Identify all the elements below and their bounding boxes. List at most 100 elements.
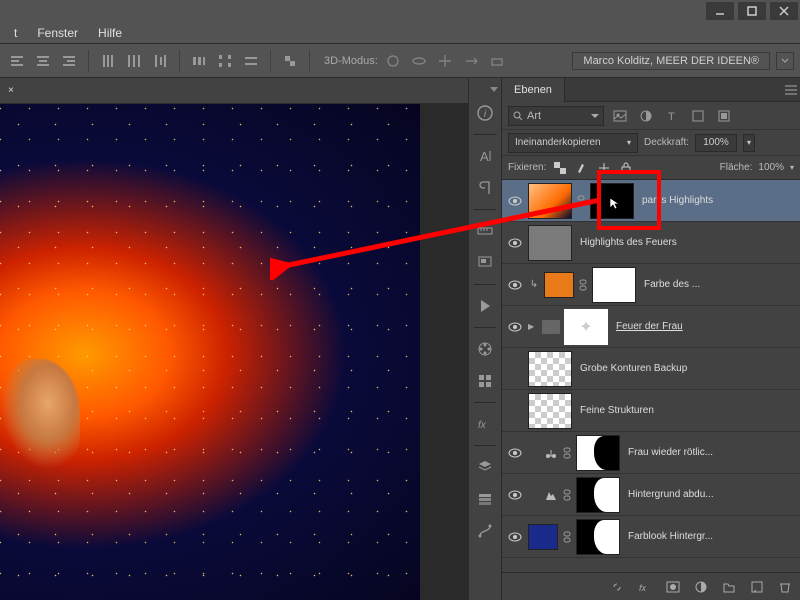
swatches-icon[interactable] <box>472 336 498 362</box>
3d-pan-icon[interactable] <box>434 50 456 72</box>
layer-mask-thumbnail[interactable] <box>576 477 620 513</box>
dist6-icon[interactable] <box>240 50 262 72</box>
canvas[interactable] <box>0 104 468 600</box>
mask-footer-icon[interactable] <box>664 578 682 596</box>
info-icon[interactable]: i <box>472 100 498 126</box>
type-icon[interactable]: A <box>472 143 498 169</box>
layer-row[interactable]: Frau wieder rötlic... <box>502 432 800 474</box>
fill-dropdown[interactable]: ▾ <box>790 162 794 173</box>
align2-icon[interactable] <box>32 50 54 72</box>
dist5-icon[interactable] <box>214 50 236 72</box>
layer-row[interactable]: Feine Strukturen <box>502 390 800 432</box>
paragraph-icon[interactable] <box>472 175 498 201</box>
3d-orbit-icon[interactable] <box>408 50 430 72</box>
visibility-toggle[interactable] <box>506 528 524 546</box>
channels-icon[interactable] <box>472 486 498 512</box>
menu-hilfe[interactable]: Hilfe <box>88 26 132 40</box>
3d-rot-icon[interactable] <box>382 50 404 72</box>
dist1-icon[interactable] <box>97 50 119 72</box>
layer-mask-thumbnail[interactable] <box>576 435 620 471</box>
opacity-value[interactable]: 100% <box>695 134 737 152</box>
panel-grab-icon[interactable] <box>472 84 498 94</box>
filter-type-icon[interactable]: T <box>662 107 682 125</box>
filter-adjust-icon[interactable] <box>636 107 656 125</box>
lock-trans-icon[interactable] <box>552 160 568 176</box>
maximize-button[interactable] <box>738 2 766 20</box>
nav-icon[interactable] <box>472 250 498 276</box>
document-tab[interactable]: × <box>8 85 14 96</box>
visibility-toggle[interactable] <box>506 276 524 294</box>
layer-row[interactable]: Highlights des Feuers <box>502 222 800 264</box>
visibility-toggle[interactable] <box>506 402 524 420</box>
visibility-toggle[interactable] <box>506 486 524 504</box>
tab-close-icon[interactable]: × <box>8 85 14 96</box>
visibility-toggle[interactable] <box>506 192 524 210</box>
layer-mask-thumbnail[interactable] <box>592 267 636 303</box>
minimize-button[interactable] <box>706 2 734 20</box>
ruler-icon[interactable] <box>472 218 498 244</box>
close-button[interactable] <box>770 2 798 20</box>
3d-scale-icon[interactable] <box>486 50 508 72</box>
lock-pos-icon[interactable] <box>596 160 612 176</box>
dist4-icon[interactable] <box>188 50 210 72</box>
layer-name[interactable]: Farbe des ... <box>640 279 796 290</box>
panel-tab-layers[interactable]: Ebenen <box>502 78 565 102</box>
align-icon[interactable] <box>6 50 28 72</box>
filter-image-icon[interactable] <box>610 107 630 125</box>
dist3-icon[interactable] <box>149 50 171 72</box>
menu-truncated[interactable]: t <box>4 26 27 40</box>
mask-link-icon[interactable] <box>576 193 586 209</box>
grid-icon[interactable] <box>472 368 498 394</box>
layers-icon[interactable] <box>472 454 498 480</box>
menu-fenster[interactable]: Fenster <box>27 26 88 40</box>
layer-name[interactable]: Hintergrund abdu... <box>624 489 796 500</box>
layer-row[interactable]: Hintergrund abdu... <box>502 474 800 516</box>
filter-shape-icon[interactable] <box>688 107 708 125</box>
workspace-dropdown-icon[interactable] <box>776 52 794 70</box>
fx-footer-icon[interactable]: fx <box>636 578 654 596</box>
opacity-dropdown[interactable]: ▾ <box>743 134 755 152</box>
layer-mask-thumbnail[interactable] <box>576 519 620 555</box>
fill-value[interactable]: 100% <box>758 162 784 173</box>
layer-row[interactable]: Farblook Hintergr... <box>502 516 800 558</box>
paths-icon[interactable] <box>472 518 498 544</box>
mask-link-icon[interactable] <box>562 445 572 461</box>
visibility-toggle[interactable] <box>506 360 524 378</box>
layer-name[interactable]: Highlights des Feuers <box>576 237 796 248</box>
layer-row[interactable]: ▶✦Feuer der Frau <box>502 306 800 348</box>
layer-filter-select[interactable]: Art <box>508 106 604 126</box>
layer-thumbnail[interactable] <box>528 524 558 550</box>
adjust-footer-icon[interactable] <box>692 578 710 596</box>
autolayer-icon[interactable] <box>279 50 301 72</box>
new-layer-icon[interactable] <box>748 578 766 596</box>
mask-link-icon[interactable] <box>562 487 572 503</box>
panel-menu-icon[interactable] <box>782 78 800 102</box>
link-icon[interactable] <box>608 578 626 596</box>
layer-name[interactable]: Feuer der Frau <box>612 321 796 332</box>
play-icon[interactable] <box>472 293 498 319</box>
layer-thumbnail[interactable] <box>544 272 574 298</box>
layer-mask-thumbnail[interactable] <box>590 183 634 219</box>
blend-mode-select[interactable]: Ineinanderkopieren ▾ <box>508 133 638 153</box>
trash-icon[interactable] <box>776 578 794 596</box>
workspace-selector[interactable]: Marco Kolditz, MEER DER IDEEN® <box>572 52 770 70</box>
mask-link-icon[interactable] <box>562 529 572 545</box>
layer-thumbnail[interactable] <box>528 225 572 261</box>
visibility-toggle[interactable] <box>506 318 524 336</box>
layer-row[interactable]: parks Highlights <box>502 180 800 222</box>
3d-slide-icon[interactable] <box>460 50 482 72</box>
dist2-icon[interactable] <box>123 50 145 72</box>
lock-pixels-icon[interactable] <box>574 160 590 176</box>
layer-name[interactable]: Frau wieder rötlic... <box>624 447 796 458</box>
layer-row[interactable]: Grobe Konturen Backup <box>502 348 800 390</box>
expand-icon[interactable]: ▶ <box>528 322 538 331</box>
layer-thumbnail[interactable] <box>528 183 572 219</box>
fx-icon[interactable]: fx <box>472 411 498 437</box>
layer-row[interactable]: ↳Farbe des ... <box>502 264 800 306</box>
layer-name[interactable]: Feine Strukturen <box>576 405 796 416</box>
group-footer-icon[interactable] <box>720 578 738 596</box>
layer-name[interactable]: Farblook Hintergr... <box>624 531 796 542</box>
layer-name[interactable]: Grobe Konturen Backup <box>576 363 796 374</box>
layer-thumbnail[interactable] <box>528 393 572 429</box>
layer-thumbnail[interactable] <box>528 351 572 387</box>
